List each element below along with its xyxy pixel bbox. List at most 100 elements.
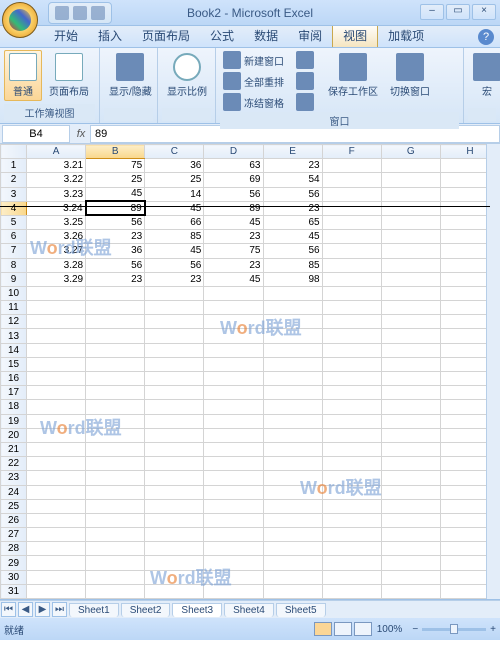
- cell[interactable]: [381, 244, 440, 258]
- cell[interactable]: [145, 513, 204, 527]
- cell[interactable]: [27, 414, 86, 428]
- cell[interactable]: [381, 315, 440, 329]
- cell[interactable]: [263, 386, 322, 400]
- cell[interactable]: [86, 528, 145, 542]
- cell[interactable]: [381, 556, 440, 570]
- cell[interactable]: [381, 357, 440, 371]
- save-workspace-button[interactable]: 保存工作区: [323, 50, 383, 101]
- row-header[interactable]: 12: [1, 315, 27, 329]
- cell[interactable]: 23: [204, 258, 263, 272]
- view-normal-icon[interactable]: [314, 622, 332, 636]
- cell[interactable]: [322, 258, 381, 272]
- cell[interactable]: [145, 414, 204, 428]
- cell[interactable]: [263, 485, 322, 499]
- cell[interactable]: [204, 485, 263, 499]
- view-break-icon[interactable]: [354, 622, 372, 636]
- cell[interactable]: [204, 372, 263, 386]
- cell[interactable]: [381, 570, 440, 584]
- fx-icon[interactable]: fx: [72, 128, 90, 140]
- col-header-g[interactable]: G: [381, 145, 440, 159]
- normal-view-button[interactable]: 普通: [4, 50, 42, 101]
- cell[interactable]: 45: [204, 215, 263, 229]
- cell[interactable]: [145, 584, 204, 598]
- col-header-e[interactable]: E: [263, 145, 322, 159]
- cell[interactable]: 45: [86, 187, 145, 201]
- cell[interactable]: [381, 301, 440, 315]
- tab-view[interactable]: 视图: [332, 23, 378, 47]
- sheet-tab-3[interactable]: Sheet3: [172, 603, 222, 617]
- select-all-corner[interactable]: [1, 145, 27, 159]
- cell[interactable]: [27, 471, 86, 485]
- cell[interactable]: [204, 570, 263, 584]
- cell[interactable]: [263, 570, 322, 584]
- cell[interactable]: [86, 542, 145, 556]
- cell[interactable]: [322, 201, 381, 215]
- cell[interactable]: [263, 471, 322, 485]
- cell[interactable]: [86, 428, 145, 442]
- cell[interactable]: [86, 315, 145, 329]
- cell[interactable]: [381, 159, 440, 173]
- zoom-button[interactable]: 显示比例: [162, 50, 212, 101]
- cell[interactable]: 56: [204, 187, 263, 201]
- cell[interactable]: [263, 499, 322, 513]
- col-header-b[interactable]: B: [86, 145, 145, 159]
- row-header[interactable]: 30: [1, 570, 27, 584]
- cell[interactable]: [381, 329, 440, 343]
- cell[interactable]: [322, 244, 381, 258]
- cell[interactable]: [381, 372, 440, 386]
- cell[interactable]: [204, 528, 263, 542]
- cell[interactable]: [204, 343, 263, 357]
- cell[interactable]: [27, 542, 86, 556]
- cell[interactable]: 36: [145, 159, 204, 173]
- cell[interactable]: 56: [263, 187, 322, 201]
- zoom-slider[interactable]: [422, 628, 486, 631]
- cell[interactable]: [86, 584, 145, 598]
- row-header[interactable]: 10: [1, 286, 27, 300]
- cell[interactable]: [381, 499, 440, 513]
- cell[interactable]: [27, 343, 86, 357]
- cell[interactable]: [204, 357, 263, 371]
- cell[interactable]: 23: [86, 272, 145, 286]
- cell[interactable]: [86, 499, 145, 513]
- cell[interactable]: 45: [145, 201, 204, 215]
- cell[interactable]: [27, 301, 86, 315]
- cell[interactable]: [381, 230, 440, 244]
- cell[interactable]: [204, 513, 263, 527]
- cell[interactable]: [86, 513, 145, 527]
- hide-button[interactable]: [293, 71, 317, 91]
- cell[interactable]: [204, 442, 263, 456]
- cell[interactable]: [381, 258, 440, 272]
- tab-formulas[interactable]: 公式: [200, 24, 244, 47]
- cell[interactable]: [322, 173, 381, 187]
- cell[interactable]: [145, 386, 204, 400]
- sheet-tab-2[interactable]: Sheet2: [121, 603, 171, 617]
- cell[interactable]: [381, 343, 440, 357]
- row-header[interactable]: 16: [1, 372, 27, 386]
- cell[interactable]: [322, 584, 381, 598]
- maximize-button[interactable]: ▭: [446, 4, 470, 20]
- cell[interactable]: [86, 400, 145, 414]
- cell[interactable]: [381, 542, 440, 556]
- cell[interactable]: [204, 386, 263, 400]
- cell[interactable]: [145, 471, 204, 485]
- row-header[interactable]: 6: [1, 230, 27, 244]
- cell[interactable]: [145, 528, 204, 542]
- cell[interactable]: 56: [86, 258, 145, 272]
- cell[interactable]: [322, 499, 381, 513]
- row-header[interactable]: 18: [1, 400, 27, 414]
- office-button[interactable]: [2, 2, 38, 38]
- cell[interactable]: [204, 542, 263, 556]
- cell[interactable]: 3.27: [27, 244, 86, 258]
- cell[interactable]: 3.25: [27, 215, 86, 229]
- cell[interactable]: [86, 343, 145, 357]
- row-header[interactable]: 9: [1, 272, 27, 286]
- sheet-nav-next[interactable]: ▶: [35, 602, 50, 617]
- cell[interactable]: [381, 386, 440, 400]
- cell[interactable]: [381, 471, 440, 485]
- cell[interactable]: [27, 528, 86, 542]
- cell[interactable]: [381, 513, 440, 527]
- sheet-nav-prev[interactable]: ◀: [18, 602, 33, 617]
- cell[interactable]: [381, 187, 440, 201]
- row-header[interactable]: 31: [1, 584, 27, 598]
- row-header[interactable]: 1: [1, 159, 27, 173]
